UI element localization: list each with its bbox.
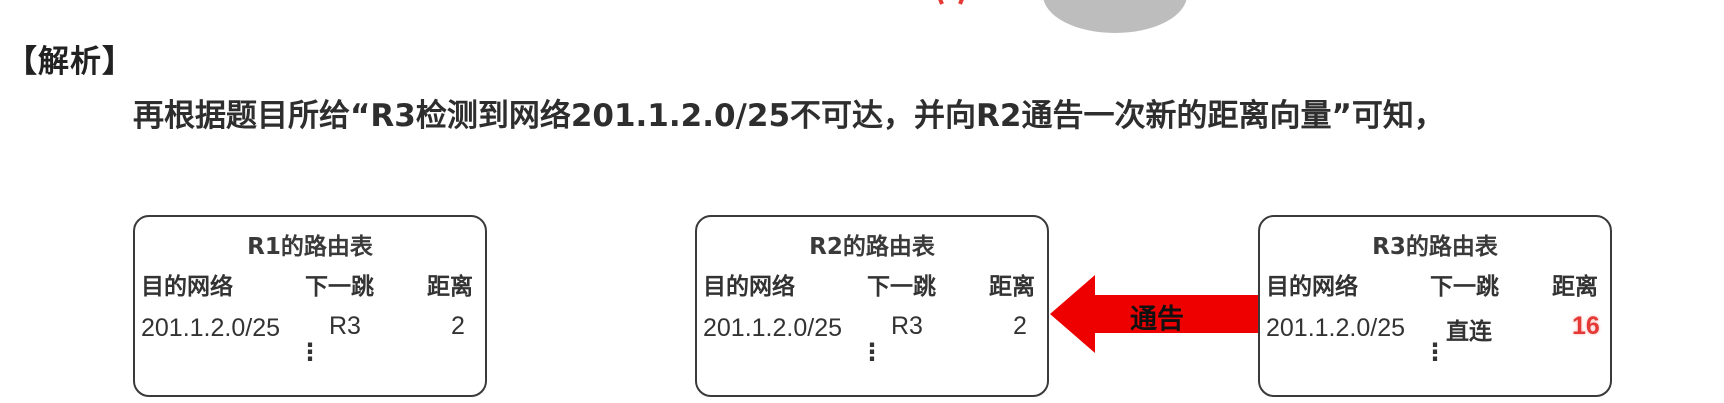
r2-routing-table: R2的路由表 目的网络 下一跳 距离 201.1.2.0/25 R3 2 ⋮ [695,215,1049,397]
cell-network: 201.1.2.0/25 [703,314,843,342]
header-distance: 距离 [1552,274,1598,300]
header-distance: 距离 [427,274,473,300]
header-next-hop: 下一跳 [305,274,374,300]
red-annotation-fragment [938,0,964,5]
header-next-hop: 下一跳 [867,274,936,300]
cell-distance-unreachable: 16 [1572,312,1600,340]
header-destination: 目的网络 [703,274,795,300]
cell-next-hop: R3 [891,312,923,340]
table-title: R1的路由表 [247,234,373,260]
table-title: R3的路由表 [1372,234,1498,260]
r3-routing-table: R3的路由表 目的网络 下一跳 距离 201.1.2.0/25 直连 16 ⋮ [1258,215,1612,397]
advertise-label: 通告 [1130,304,1184,335]
more-rows-ellipsis: ⋮ [860,338,884,366]
analysis-heading: 【解析】 [6,44,134,80]
table-title: R2的路由表 [809,234,935,260]
cell-distance: 2 [451,312,465,340]
header-distance: 距离 [989,274,1035,300]
more-rows-ellipsis: ⋮ [298,338,322,366]
cloud-icon [1043,0,1187,33]
r1-routing-table: R1的路由表 目的网络 下一跳 距离 201.1.2.0/25 R3 2 ⋮ [133,215,487,397]
cell-network: 201.1.2.0/25 [1266,314,1406,342]
cell-network: 201.1.2.0/25 [141,314,281,342]
cell-next-hop: R3 [329,312,361,340]
header-destination: 目的网络 [141,274,233,300]
header-next-hop: 下一跳 [1430,274,1499,300]
analysis-statement: 再根据题目所给“R3检测到网络201.1.2.0/25不可达，并向R2通告一次新… [133,98,1445,134]
header-destination: 目的网络 [1266,274,1358,300]
cell-distance: 2 [1013,312,1027,340]
cell-next-hop: 直连 [1446,319,1492,345]
more-rows-ellipsis: ⋮ [1423,338,1447,366]
